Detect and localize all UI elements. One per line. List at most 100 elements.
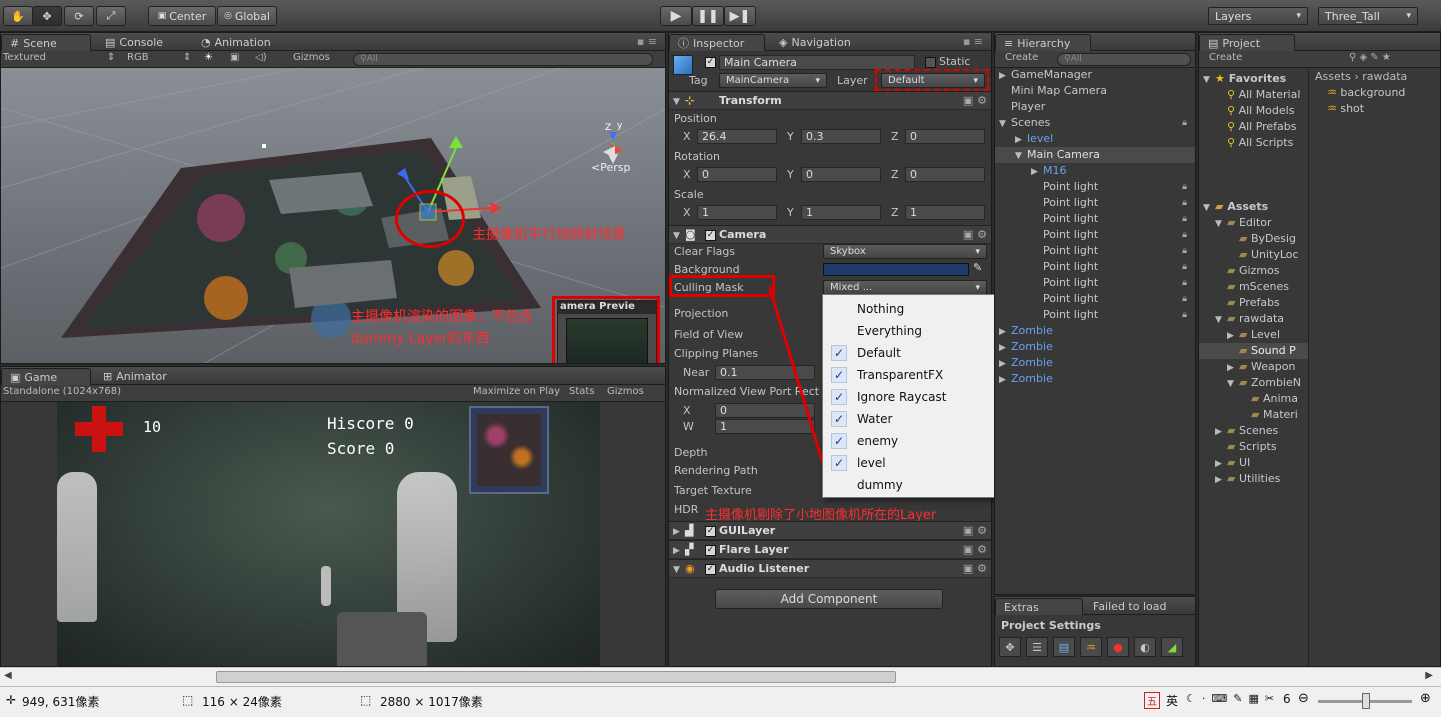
asset-file-item[interactable]: ♒ shot [1311, 101, 1440, 117]
asset-folder-item[interactable]: ▶ ▰ Level [1199, 327, 1308, 343]
hierarchy-item[interactable]: ▶ GameManager [995, 67, 1195, 83]
hierarchy-search-input[interactable]: ⚲All [1057, 53, 1191, 66]
ime-language[interactable]: 英 [1166, 692, 1178, 709]
asset-folder-item[interactable]: ▰ Materi [1199, 407, 1308, 423]
time-settings-icon[interactable]: ● [1107, 637, 1129, 657]
game-viewport[interactable]: 10 Hiscore 0 Score 0 [57, 402, 600, 666]
expand-arrow-icon[interactable]: ▶ [1227, 360, 1239, 376]
scene-viewport[interactable]: Z y <Persp 主摄像机平行地照射场景 主摄像机渲染的图像，不包含dumm… [1, 68, 665, 363]
culling-option-enemy[interactable]: ✓ enemy [823, 430, 997, 452]
component-settings-icon[interactable]: ▣ ⚙ [963, 562, 987, 575]
asset-folder-item[interactable]: ▶ ▰ Weapon [1199, 359, 1308, 375]
render-mode-dropdown[interactable]: Textured [3, 52, 46, 63]
scroll-left-icon[interactable]: ◀ [4, 670, 12, 681]
asset-folder-item[interactable]: ▰ ByDesig [1199, 231, 1308, 247]
hierarchy-item[interactable]: Point light 🔒︎ [995, 259, 1195, 275]
lock-icon[interactable]: 🔒︎ [1182, 259, 1187, 275]
tab-inspector[interactable]: ⓘ Inspector [669, 34, 765, 51]
asset-folder-item[interactable]: ▰ Sound P [1199, 343, 1308, 359]
camera-header[interactable]: ▼ ◙ ✓ Camera ▣ ⚙ [669, 225, 991, 244]
move-tool-button[interactable]: ✥ [32, 6, 62, 26]
expand-arrow-icon[interactable]: ▼ [1227, 376, 1239, 392]
hand-tool-button[interactable]: ✋ [3, 6, 33, 26]
lock-icon[interactable]: 🔒︎ [1182, 179, 1187, 195]
transform-header[interactable]: ▼ ⊹ Transform ▣ ⚙ [669, 91, 991, 110]
scroll-right-icon[interactable]: ▶ [1425, 670, 1433, 681]
color-mode-dropdown[interactable]: RGB [127, 52, 149, 63]
background-color-swatch[interactable] [823, 263, 969, 276]
component-settings-icon[interactable]: ▣ ⚙ [963, 94, 987, 107]
asset-folder-item[interactable]: ▰ Scripts [1199, 439, 1308, 455]
culling-option-dummy[interactable]: dummy [823, 474, 997, 496]
culling-option-ignore-raycast[interactable]: ✓ Ignore Raycast [823, 386, 997, 408]
hierarchy-item[interactable]: Point light 🔒︎ [995, 275, 1195, 291]
asset-folder-item[interactable]: ▼ ▰ rawdata [1199, 311, 1308, 327]
component-settings-icon[interactable]: ▣ ⚙ [963, 524, 987, 537]
assets-header[interactable]: ▼ ▰ Assets [1199, 199, 1308, 215]
lock-icon[interactable]: 🔒︎ [1182, 211, 1187, 227]
scale-x-field[interactable]: 1 [697, 205, 777, 220]
expand-arrow-icon[interactable]: ▶ [1215, 424, 1227, 440]
scale-z-field[interactable]: 1 [905, 205, 985, 220]
tab-failed-to-load[interactable]: Failed to load [1085, 598, 1174, 615]
play-button[interactable]: ▶ [660, 6, 692, 26]
hierarchy-item[interactable]: ▶ Zombie [995, 371, 1195, 387]
layout-dropdown[interactable]: Three_Tall [1318, 7, 1418, 25]
expand-arrow-icon[interactable]: ▶ [1215, 456, 1227, 472]
culling-option-level[interactable]: ✓ level [823, 452, 997, 474]
hierarchy-item[interactable]: Point light 🔒︎ [995, 179, 1195, 195]
expand-arrow-icon[interactable]: ▶ [999, 372, 1011, 388]
asset-folder-item[interactable]: ▼ ▰ ZombieN [1199, 375, 1308, 391]
rotate-tool-button[interactable]: ⟳ [64, 6, 94, 26]
space-global-button[interactable]: ◎ Global [217, 6, 277, 26]
lock-icon[interactable]: 🔒︎ [1182, 227, 1187, 243]
scale-y-field[interactable]: 1 [801, 205, 881, 220]
component-settings-icon[interactable]: ▣ ⚙ [963, 543, 987, 556]
breadcrumb-folder[interactable]: rawdata [1362, 70, 1407, 83]
expand-arrow-icon[interactable]: ▼ [999, 116, 1011, 132]
lighting-toggle-icon[interactable]: ☀ [204, 52, 213, 63]
expand-arrow-icon[interactable]: ▶ [999, 356, 1011, 372]
active-checkbox[interactable]: ✓ [705, 55, 719, 68]
zoom-in-icon[interactable]: ⊕ [1420, 691, 1431, 706]
add-component-button[interactable]: Add Component [715, 589, 943, 609]
culling-option-transparentfx[interactable]: ✓ TransparentFX [823, 364, 997, 386]
scene-search-input[interactable]: ⚲All [353, 53, 653, 66]
expand-arrow-icon[interactable]: ▼ [1015, 148, 1027, 164]
panel-menu-icon[interactable]: ▪ ≡ [637, 35, 657, 48]
audio-settings-icon[interactable]: ♒ [1080, 637, 1102, 657]
lock-icon[interactable]: 🔒︎ [1182, 307, 1187, 323]
rotation-x-field[interactable]: 0 [697, 167, 777, 182]
tab-game[interactable]: ▣ Game [1, 368, 91, 385]
guilayer-header[interactable]: ▶ ▟ ✓ GUILayer ▣ ⚙ [669, 521, 991, 540]
panel-lock-icon[interactable]: ▪ ≡ [963, 35, 983, 48]
favorite-item[interactable]: ⚲ All Prefabs [1199, 119, 1308, 135]
tab-navigation[interactable]: ◈ Navigation [771, 34, 859, 51]
object-name-input[interactable]: Main Camera [719, 55, 915, 70]
hierarchy-item[interactable]: ▶ Zombie [995, 355, 1195, 371]
tab-animation[interactable]: ◔ Animation [193, 34, 279, 51]
expand-arrow-icon[interactable]: ▼ [1215, 216, 1227, 232]
culling-option-nothing[interactable]: Nothing [823, 298, 997, 320]
image-toggle-icon[interactable]: ▣ [230, 52, 239, 63]
tab-console[interactable]: ▤ Console [97, 34, 171, 51]
asset-folder-item[interactable]: ▶ ▰ UI [1199, 455, 1308, 471]
horizontal-scrollbar[interactable]: ◀ ▶ [0, 667, 1441, 686]
game-gizmos-dropdown[interactable]: Gizmos [607, 386, 644, 397]
favorites-header[interactable]: ▼ ★ Favorites [1199, 71, 1308, 87]
culling-option-water[interactable]: ✓ Water [823, 408, 997, 430]
pivot-center-button[interactable]: ▣ Center [148, 6, 216, 26]
expand-arrow-icon[interactable]: ▶ [1215, 472, 1227, 488]
resolution-dropdown[interactable]: Standalone (1024x768) [3, 386, 121, 397]
favorite-item[interactable]: ⚲ All Material [1199, 87, 1308, 103]
pause-button[interactable]: ❚❚ [692, 6, 724, 26]
hierarchy-create-button[interactable]: Create [1005, 52, 1038, 63]
expand-arrow-icon[interactable]: ▶ [1031, 164, 1043, 180]
ime-tools-icons[interactable]: ☾·⌨✎▦✂ [1186, 692, 1280, 705]
tab-extras[interactable]: Extras [995, 598, 1083, 615]
scroll-thumb[interactable] [216, 671, 896, 683]
hierarchy-item[interactable]: Point light 🔒︎ [995, 243, 1195, 259]
player-settings-icon[interactable]: ▤ [1053, 637, 1075, 657]
asset-folder-item[interactable]: ▰ Prefabs [1199, 295, 1308, 311]
expand-arrow-icon[interactable]: ▶ [999, 340, 1011, 356]
